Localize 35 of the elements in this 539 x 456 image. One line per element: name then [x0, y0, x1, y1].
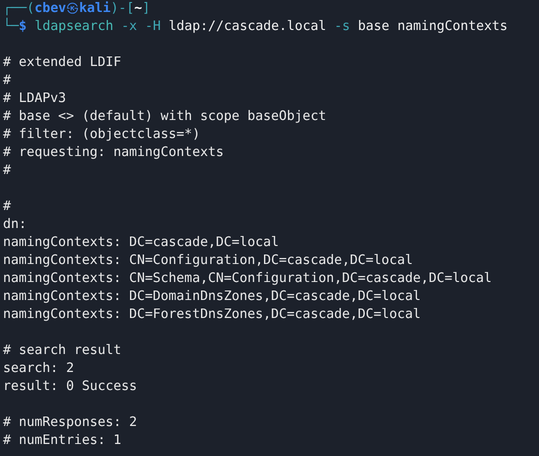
output-line: # numEntries: 1 [3, 433, 122, 448]
prompt-frame: └─ [3, 19, 19, 34]
prompt-frame: )-[ [110, 1, 134, 16]
output-line: # LDAPv3 [3, 91, 66, 106]
command-argument: base [358, 19, 390, 34]
output-line: # search result [3, 343, 122, 358]
output-line: # base <> (default) with scope baseObject [3, 109, 326, 124]
command-argument: namingContexts [397, 19, 508, 34]
command-argument: ldap://cascade.local [168, 19, 326, 34]
command-name: ldapsearch [34, 19, 114, 34]
output-line: namingContexts: CN=Configuration,DC=cascade,DC=local [3, 253, 413, 268]
output-line: result: 0 Success [3, 379, 138, 394]
output-line: namingContexts: DC=DomainDnsZones,DC=cascade,DC=local [3, 289, 421, 304]
prompt-user: cbev [34, 1, 66, 16]
prompt-frame: ] [142, 1, 150, 16]
prompt-directory: ~ [134, 1, 142, 16]
output-line: namingContexts: DC=cascade,DC=local [3, 235, 279, 250]
prompt-symbol: $ [18, 19, 27, 34]
command-option: -s [334, 19, 350, 34]
command-option: -x [121, 19, 138, 34]
command-option: -H [144, 19, 161, 34]
output-line: dn: [3, 217, 27, 232]
output-line: # [3, 163, 11, 178]
output-line: # [3, 199, 11, 214]
output-line: # [3, 73, 11, 88]
output-line: namingContexts: DC=ForestDnsZones,DC=cascade,DC=local [3, 307, 421, 322]
output-line: namingContexts: CN=Schema,CN=Configuration,DC=cascade,DC=local [3, 271, 492, 286]
output-line: # requesting: namingContexts [3, 145, 224, 160]
prompt-frame: ┌──( [3, 1, 35, 16]
output-line: # filter: (objectclass=*) [3, 127, 200, 142]
prompt-at-symbol: ㉿ [66, 1, 80, 16]
output-line: search: 2 [3, 361, 74, 376]
prompt-user: kali [79, 1, 111, 16]
output-line: # numResponses: 2 [3, 415, 138, 430]
output-line: # extended LDIF [3, 55, 122, 70]
